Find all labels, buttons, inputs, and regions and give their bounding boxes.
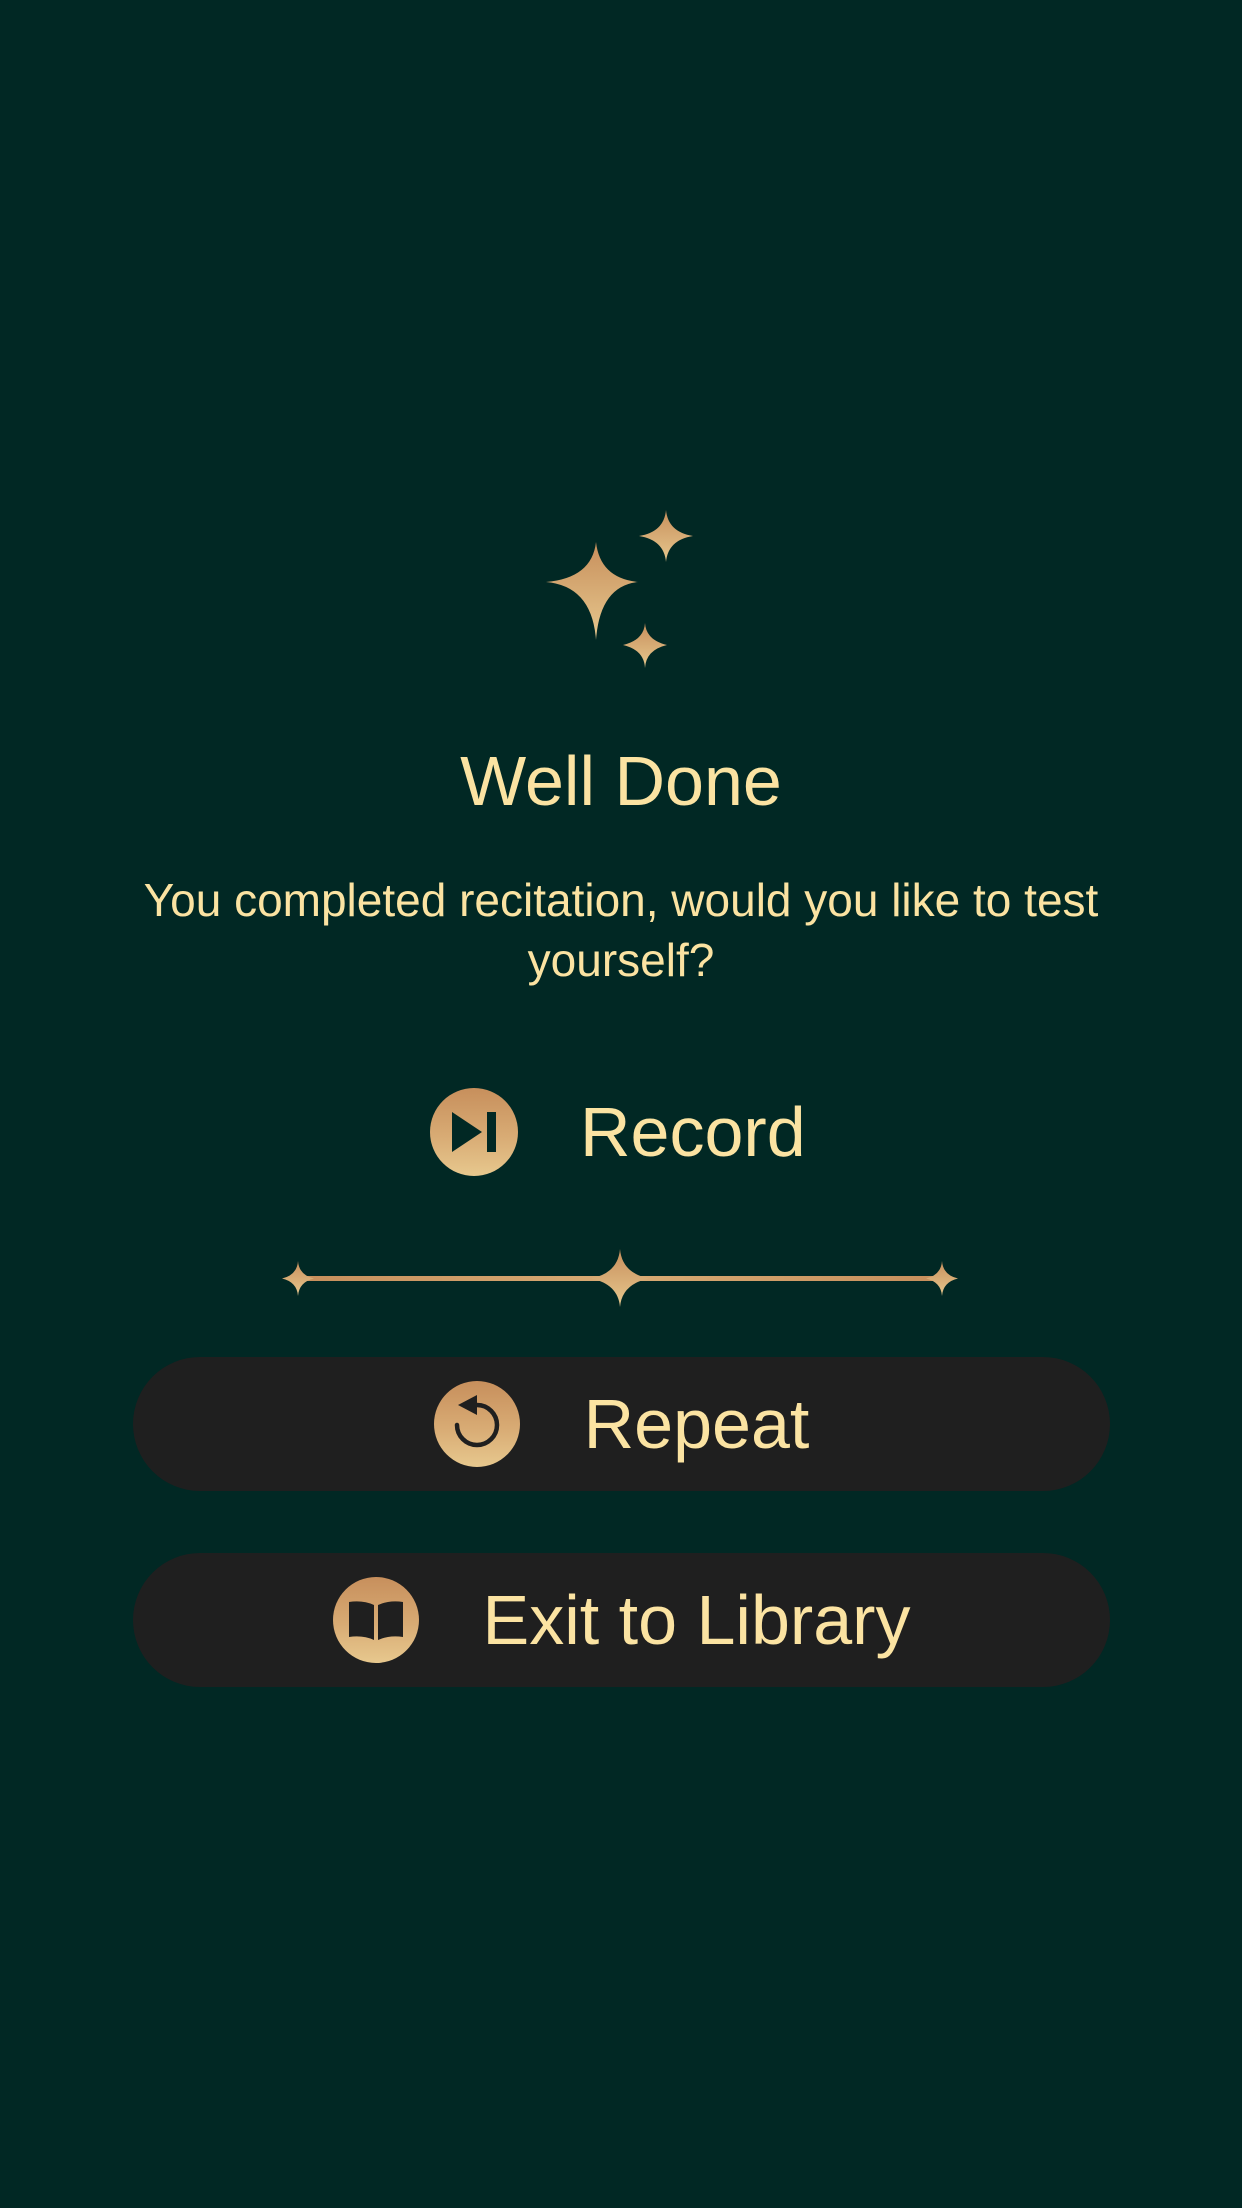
record-label: Record bbox=[580, 1093, 806, 1171]
open-book-icon bbox=[332, 1577, 419, 1663]
completion-screen: Well Done You completed recitation, woul… bbox=[0, 0, 1242, 2208]
rotate-left-icon bbox=[433, 1381, 520, 1467]
play-next-icon bbox=[430, 1088, 518, 1176]
sparkles-icon bbox=[546, 510, 693, 668]
repeat-button[interactable]: Repeat bbox=[133, 1357, 1110, 1491]
dialog-message: You completed recitation, would you like… bbox=[143, 874, 1099, 986]
exit-to-library-label: Exit to Library bbox=[482, 1581, 911, 1659]
exit-to-library-button[interactable]: Exit to Library bbox=[133, 1553, 1110, 1687]
record-button[interactable]: Record bbox=[430, 1087, 806, 1177]
repeat-label: Repeat bbox=[583, 1385, 810, 1463]
dialog-title: Well Done bbox=[460, 742, 782, 820]
star-divider bbox=[282, 1249, 958, 1307]
